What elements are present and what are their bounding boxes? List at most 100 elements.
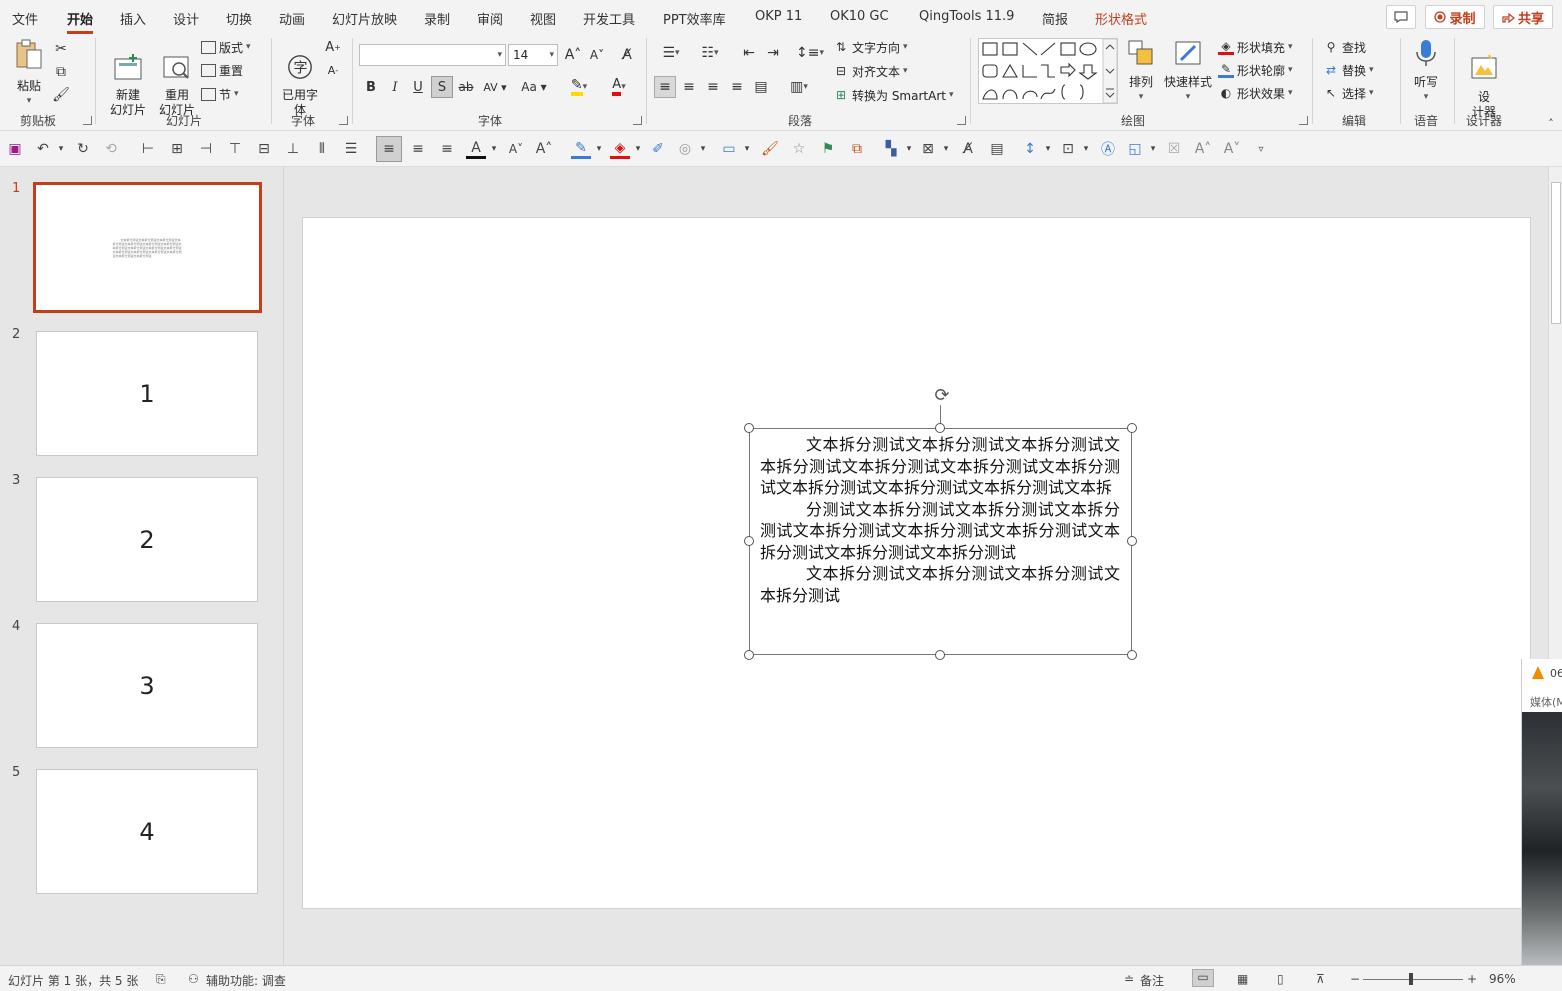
text-direction-button[interactable]: ⇅ 文字方向 ▾ — [833, 37, 908, 57]
resize-handle-n[interactable] — [935, 423, 945, 433]
bold-icon[interactable]: B — [360, 76, 382, 98]
share-button[interactable]: 共享 — [1493, 5, 1553, 29]
normal-view-icon[interactable]: ▭ — [1192, 969, 1214, 987]
convert-smartart-button[interactable]: ⊞ 转换为 SmartArt ▾ — [833, 85, 954, 105]
tab-file[interactable]: 文件 — [12, 9, 38, 28]
qat-group-icon[interactable]: ⧉ — [847, 139, 867, 159]
spellcheck-icon[interactable]: ⎘ — [156, 972, 166, 987]
undo-icon[interactable]: ↶ — [33, 139, 53, 159]
qat-fill-color-icon[interactable]: ◈ — [610, 139, 630, 159]
shape-fill-button[interactable]: ◈ 形状填充 ▾ — [1218, 37, 1293, 57]
zoom-slider[interactable] — [1363, 979, 1463, 980]
notes-button[interactable]: 备注 — [1140, 972, 1164, 989]
qat-font-color-icon[interactable]: A — [466, 139, 486, 159]
qat-line-spacing-icon[interactable]: ↕ — [1020, 139, 1040, 159]
zoom-out-icon[interactable]: − — [1350, 972, 1360, 986]
select-button[interactable]: ↖ 选择 ▾ — [1323, 83, 1374, 103]
layout-button[interactable]: 版式 ▾ — [201, 37, 251, 57]
align-right-icon[interactable]: ≡ — [702, 76, 724, 98]
replace-button[interactable]: ⇄ 替换 ▾ — [1323, 60, 1374, 80]
font-a-launcher[interactable] — [339, 116, 348, 125]
dictate-button[interactable]: 听写 ▾ — [1408, 38, 1444, 105]
resize-handle-s[interactable] — [935, 650, 945, 660]
justify-icon[interactable]: ≡ — [726, 76, 748, 98]
qat-size-icon[interactable]: ⊠ — [918, 139, 938, 159]
slide-thumbnail-1[interactable]: 文本拆分测试文本拆分测试文本拆分测试文本拆分测试文本拆分测试文本拆分测试文本拆分… — [33, 182, 262, 313]
tab-briefing[interactable]: 简报 — [1042, 9, 1068, 28]
tab-qingtools[interactable]: QingTools 11.9 — [919, 9, 1014, 24]
qat-outline-color-icon[interactable]: ✎ — [571, 139, 591, 159]
arrange-button[interactable]: 排列 ▾ — [1124, 38, 1158, 105]
resize-handle-ne[interactable] — [1127, 423, 1137, 433]
tab-ok10gc[interactable]: OK10 GC — [830, 9, 889, 24]
italic-icon[interactable]: I — [384, 76, 406, 98]
increase-font-icon[interactable]: A˄ — [562, 44, 584, 66]
selected-text-box[interactable]: 文本拆分测试文本拆分测试文本拆分测试文本拆分测试文本拆分测试文本拆分测试文本拆分… — [749, 428, 1132, 655]
shape-outline-button[interactable]: ✎ 形状轮廓 ▾ — [1218, 60, 1293, 80]
text-align-right-icon[interactable]: ≡ — [437, 139, 457, 159]
copy-icon[interactable]: ⧉ — [50, 61, 72, 83]
media-menu[interactable]: 媒体(M — [1530, 694, 1562, 710]
align-bottom-objects-icon[interactable]: ⊥ — [283, 139, 303, 159]
qat-crop-dropdown[interactable]: ▾ — [1076, 139, 1096, 159]
shrink-font-icon[interactable]: A- — [322, 59, 344, 81]
bullets-icon[interactable]: ☰ ▾ — [654, 42, 688, 64]
qat-shrink-icon[interactable]: A˅ — [1222, 139, 1242, 159]
media-player-window[interactable]: 06 媒体(M — [1521, 659, 1562, 965]
zoom-slider-thumb[interactable] — [1409, 973, 1413, 985]
find-button[interactable]: ⚲ 查找 — [1323, 37, 1366, 57]
slide-sorter-icon[interactable]: ▦ — [1237, 972, 1248, 986]
grow-font-icon[interactable]: A + — [322, 36, 344, 58]
drawing-launcher[interactable] — [1299, 116, 1308, 125]
slide-thumbnail-5[interactable]: 4 — [36, 769, 258, 894]
tab-ppt-efficiency[interactable]: PPT效率库 — [663, 9, 726, 28]
line-spacing-icon[interactable]: ↕≡ ▾ — [793, 42, 827, 64]
tab-shape-format[interactable]: 形状格式 — [1095, 9, 1147, 28]
qat-font-color-dropdown[interactable]: ▾ — [484, 139, 504, 159]
accessibility-status[interactable]: 辅助功能: 调查 — [206, 972, 286, 989]
align-top-objects-icon[interactable]: ⊤ — [225, 139, 245, 159]
notes-icon[interactable]: ≐ — [1124, 972, 1134, 986]
qat-shapes-icon[interactable]: ◱ — [1125, 139, 1145, 159]
tab-transitions[interactable]: 切换 — [226, 9, 252, 28]
slideshow-view-icon[interactable]: ⊼ — [1316, 972, 1325, 986]
align-center-objects-icon[interactable]: ⊞ — [167, 139, 187, 159]
slide-thumbnail-2[interactable]: 1 — [36, 331, 258, 456]
change-case-icon[interactable]: Aa ▾ — [517, 76, 551, 98]
highlight-color-icon[interactable]: ✎ ▾ — [562, 76, 596, 98]
resize-handle-sw[interactable] — [744, 650, 754, 660]
paragraph-launcher[interactable] — [957, 116, 966, 125]
cut-icon[interactable]: ✂ — [50, 38, 72, 60]
repeat-icon[interactable]: ⟲ — [101, 139, 121, 159]
qat-fill-dropdown[interactable]: ▾ — [628, 139, 648, 159]
format-painter-icon[interactable]: 🖌 — [50, 84, 72, 106]
align-left-icon[interactable]: ≡ — [654, 76, 676, 98]
scrollbar-thumb[interactable] — [1551, 182, 1561, 324]
qat-outline-dropdown[interactable]: ▾ — [589, 139, 609, 159]
qat-grow-icon[interactable]: A˄ — [1193, 139, 1213, 159]
distributed-icon[interactable]: ▤ — [750, 76, 772, 98]
reset-button[interactable]: 重置 — [201, 60, 243, 80]
numbering-icon[interactable]: ☷ ▾ — [693, 42, 727, 64]
qat-delete-icon[interactable]: ☒ — [1164, 139, 1184, 159]
align-center-icon[interactable]: ≡ — [678, 76, 700, 98]
decrease-indent-icon[interactable]: ⇤ — [738, 42, 760, 64]
qat-star-icon[interactable]: ☆ — [789, 139, 809, 159]
zoom-in-icon[interactable]: + — [1467, 972, 1477, 986]
qat-clear-format-icon[interactable]: A̸ — [958, 139, 978, 159]
text-align-left-icon[interactable]: ≡ — [376, 136, 402, 162]
qat-eyedropper-icon[interactable]: ✐ — [648, 139, 668, 159]
paste-button[interactable]: 粘贴 ▾ — [12, 38, 46, 109]
shadow-icon[interactable]: S — [431, 76, 453, 98]
char-spacing-icon[interactable]: AV ▾ — [480, 76, 510, 98]
save-icon[interactable]: ▣ — [5, 139, 25, 159]
tab-design[interactable]: 设计 — [173, 9, 199, 28]
clear-format-icon[interactable]: A̸ — [616, 44, 638, 66]
resize-handle-nw[interactable] — [744, 423, 754, 433]
zoom-level[interactable]: 96% — [1489, 972, 1516, 986]
shapes-gallery[interactable] — [978, 38, 1118, 104]
tab-insert[interactable]: 插入 — [120, 9, 146, 28]
font-launcher[interactable] — [633, 116, 642, 125]
tab-developer[interactable]: 开发工具 — [583, 9, 635, 28]
tab-home[interactable]: 开始 — [67, 9, 94, 34]
